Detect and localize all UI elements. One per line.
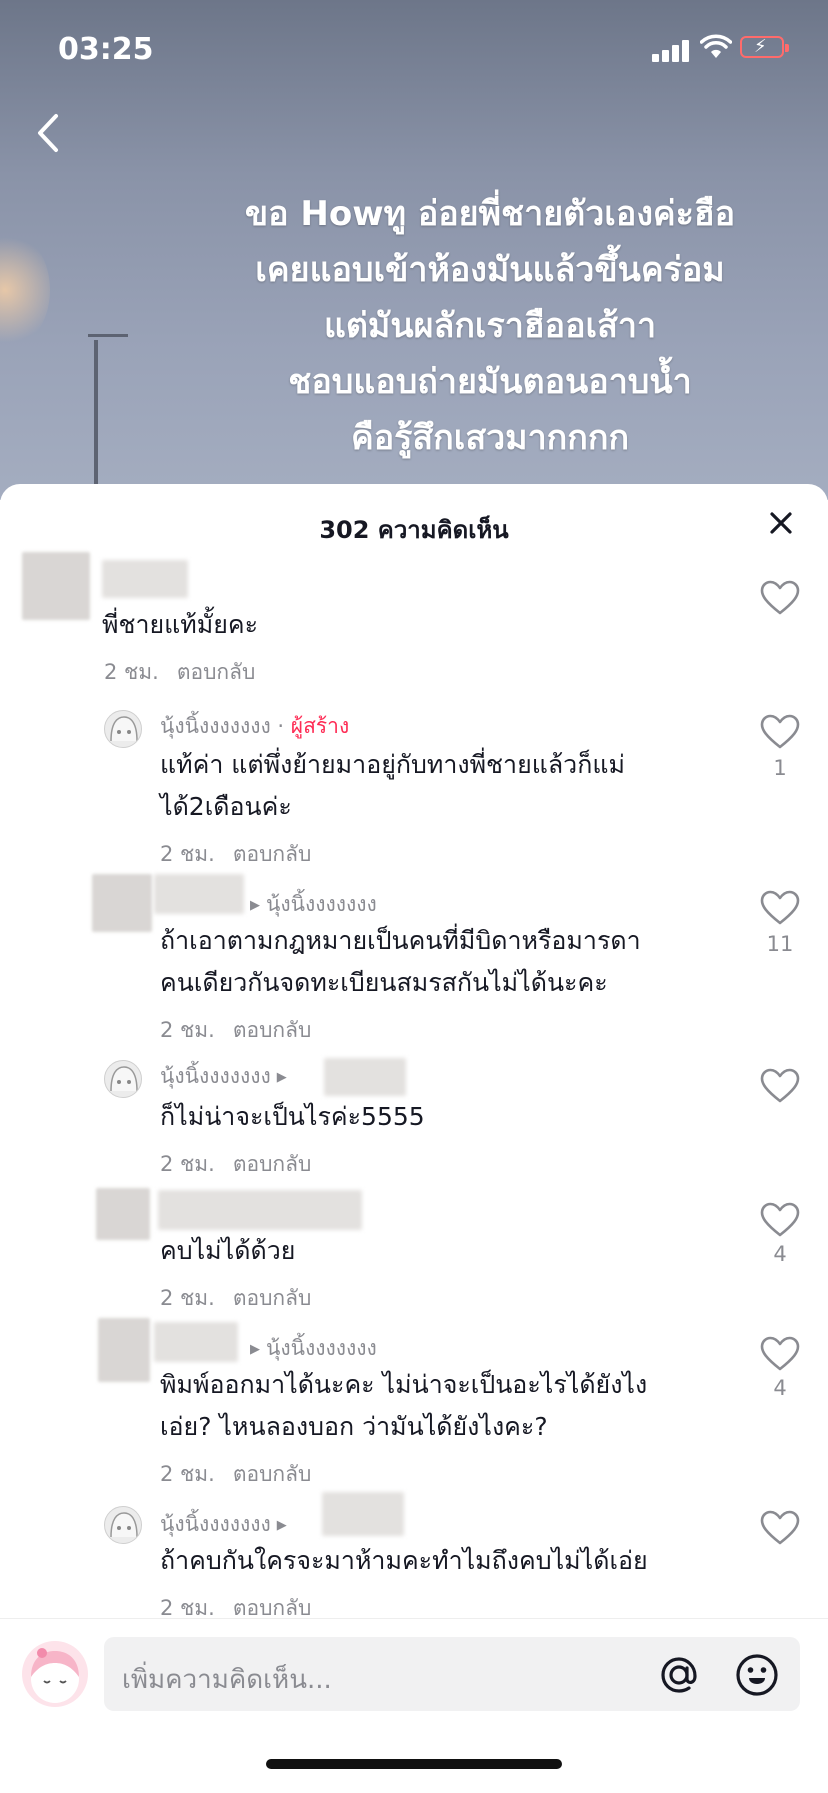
emoji-icon[interactable] [734, 1652, 780, 1698]
creator-badge: ผู้สร้าง [290, 714, 350, 738]
reply-button[interactable]: ตอบกลับ [233, 1462, 312, 1486]
video-caption: ขอ Howทู อ่อยพี่ชายตัวเองค่ะฮือ เคยแอบเข… [190, 186, 790, 466]
comment-time: 2 ชม. [160, 1152, 215, 1176]
username-blurred[interactable] [154, 1322, 238, 1362]
comment-meta: 2 ชม. ตอบกลับ [160, 1458, 311, 1491]
reply-arrow-icon: ▶ [250, 898, 260, 913]
comment-text: ถ้าเอาตามกฎหมายเป็นคนที่มีบิดาหรือมารดา [160, 926, 641, 955]
comment-text: พิมพ์ออกมาได้นะคะ ไม่น่าจะเป็นอะไรได้ยัง… [160, 1370, 648, 1399]
avatar[interactable] [104, 710, 142, 748]
avatar[interactable] [96, 1188, 150, 1240]
like-count: 4 [773, 1376, 787, 1400]
comments-sheet: 302 ความคิดเห็น พี่ชายแท้มั้ยคะ 2 ชม. ตอบ… [0, 484, 828, 1792]
username: นุ้งนิ้งงงงงงง [160, 714, 271, 738]
username: นุ้งนิ้งงงงงงง [160, 1512, 271, 1536]
avatar[interactable] [104, 1506, 142, 1544]
comment-text: พี่ชายแท้มั้ยคะ [102, 610, 259, 639]
reply-button[interactable]: ตอบกลับ [233, 1018, 312, 1042]
caption-line: ชอบแอบถ่ายมันตอนอาบน้ำ [288, 362, 692, 402]
back-chevron-icon[interactable] [28, 108, 68, 158]
reply-arrow-icon: ▶ [276, 1070, 287, 1085]
reply-target[interactable]: ▶ นุ้งนิ้งงงงงงง [244, 888, 377, 921]
reply-button[interactable]: ตอบกลับ [233, 1152, 312, 1176]
comment-meta: 2 ชม. ตอบกลับ [160, 1014, 311, 1047]
cellular-signal-icon [652, 38, 692, 62]
comment-text: เอ่ย? ไหนลองบอก ว่ามันได้ยังไงคะ? [160, 1412, 548, 1441]
heart-icon[interactable] [760, 1510, 800, 1546]
battery-icon: ⚡ [740, 36, 789, 58]
mention-at-icon[interactable] [656, 1652, 702, 1698]
reply-button[interactable]: ตอบกลับ [233, 1286, 312, 1310]
username: นุ้งนิ้งงงงงงง [266, 892, 377, 916]
reply-arrow-icon: ▶ [276, 1518, 287, 1533]
wifi-icon [700, 34, 732, 58]
comment-username[interactable]: นุ้งนิ้งงงงงงง ▶ [160, 1508, 293, 1541]
home-indicator [266, 1759, 562, 1769]
caption-line: ขอ Howทู อ่อยพี่ชายตัวเองค่ะฮือ [244, 194, 736, 234]
heart-icon[interactable] [760, 580, 800, 616]
status-bar: 03:25 ⚡ [0, 0, 828, 100]
comment-username[interactable]: นุ้งนิ้งงงงงงง ▶ [160, 1060, 293, 1093]
comment-time: 2 ชม. [160, 1462, 215, 1486]
comment-text: คบไม่ได้ด้วย [160, 1236, 296, 1265]
status-time: 03:25 [58, 32, 154, 67]
reply-target-blurred[interactable] [322, 1492, 404, 1536]
username-blurred[interactable] [158, 1190, 362, 1230]
separator: · [270, 714, 291, 738]
comment-text: คนเดียวกันจดทะเบียนสมรสกันไม่ได้นะคะ [160, 968, 608, 997]
reply-button[interactable]: ตอบกลับ [177, 660, 256, 684]
close-icon[interactable] [762, 504, 800, 542]
username: นุ้งนิ้งงงงงงง [266, 1336, 377, 1360]
like-count: 11 [766, 932, 794, 956]
heart-icon[interactable] [760, 714, 800, 750]
comment-input[interactable]: เพิ่มความคิดเห็น... [104, 1637, 800, 1711]
username-blurred[interactable] [154, 874, 244, 914]
comment-time: 2 ชม. [160, 1286, 215, 1310]
avatar[interactable] [98, 1318, 150, 1382]
comment-time: 2 ชม. [160, 842, 215, 866]
comment-time: 2 ชม. [160, 1018, 215, 1042]
comment-meta: 2 ชม. ตอบกลับ [160, 838, 311, 871]
comment-time: 2 ชม. [160, 1596, 215, 1620]
comment-text: ถ้าคบกันใครจะมาห้ามคะทำไมถึงคบไม่ได้เอ่ย [160, 1546, 648, 1575]
username-blurred[interactable] [102, 560, 188, 598]
heart-icon[interactable] [760, 1336, 800, 1372]
heart-icon[interactable] [760, 1068, 800, 1104]
input-placeholder: เพิ่มความคิดเห็น... [122, 1665, 332, 1695]
comment-meta: 2 ชม. ตอบกลับ [104, 656, 255, 689]
comment-username[interactable]: นุ้งนิ้งงงงงงง · ผู้สร้าง [160, 710, 349, 743]
reply-button[interactable]: ตอบกลับ [233, 842, 312, 866]
comment-input-bar: เพิ่มความคิดเห็น... [0, 1618, 828, 1793]
heart-icon[interactable] [760, 1202, 800, 1238]
reply-target-blurred[interactable] [324, 1058, 406, 1096]
reply-button[interactable]: ตอบกลับ [233, 1596, 312, 1620]
reply-target[interactable]: ▶ นุ้งนิ้งงงงงงง [244, 1332, 377, 1365]
avatar[interactable] [92, 874, 152, 932]
comments-count-title: 302 ความคิดเห็น [319, 516, 509, 544]
avatar[interactable] [104, 1060, 142, 1098]
heart-icon[interactable] [760, 890, 800, 926]
my-avatar[interactable] [22, 1641, 88, 1707]
username: นุ้งนิ้งงงงงงง [160, 1064, 271, 1088]
comment-text: แท้ค่า แต่พึ่งย้ายมาอยู่กับทางพี่ชายแล้ว… [160, 750, 625, 779]
like-count: 1 [773, 756, 787, 780]
comment-text: ก็ไม่น่าจะเป็นไรค่ะ5555 [160, 1102, 425, 1131]
light-glow [0, 230, 50, 350]
comment-meta: 2 ชม. ตอบกลับ [160, 1148, 311, 1181]
comment-text: ได้2เดือนค่ะ [160, 792, 292, 821]
comment-time: 2 ชม. [104, 660, 159, 684]
reply-arrow-icon: ▶ [250, 1342, 260, 1357]
caption-line: เคยแอบเข้าห้องมันแล้วขึ้นคร่อม [255, 250, 725, 290]
avatar[interactable] [22, 552, 90, 620]
comment-meta: 2 ชม. ตอบกลับ [160, 1282, 311, 1315]
like-count: 4 [773, 1242, 787, 1266]
lamp-post [94, 340, 98, 490]
caption-line: คือรู้สึกเสวมากกกก [350, 418, 630, 458]
caption-line: แต่มันผลักเราฮืออเส้าา [323, 306, 657, 346]
